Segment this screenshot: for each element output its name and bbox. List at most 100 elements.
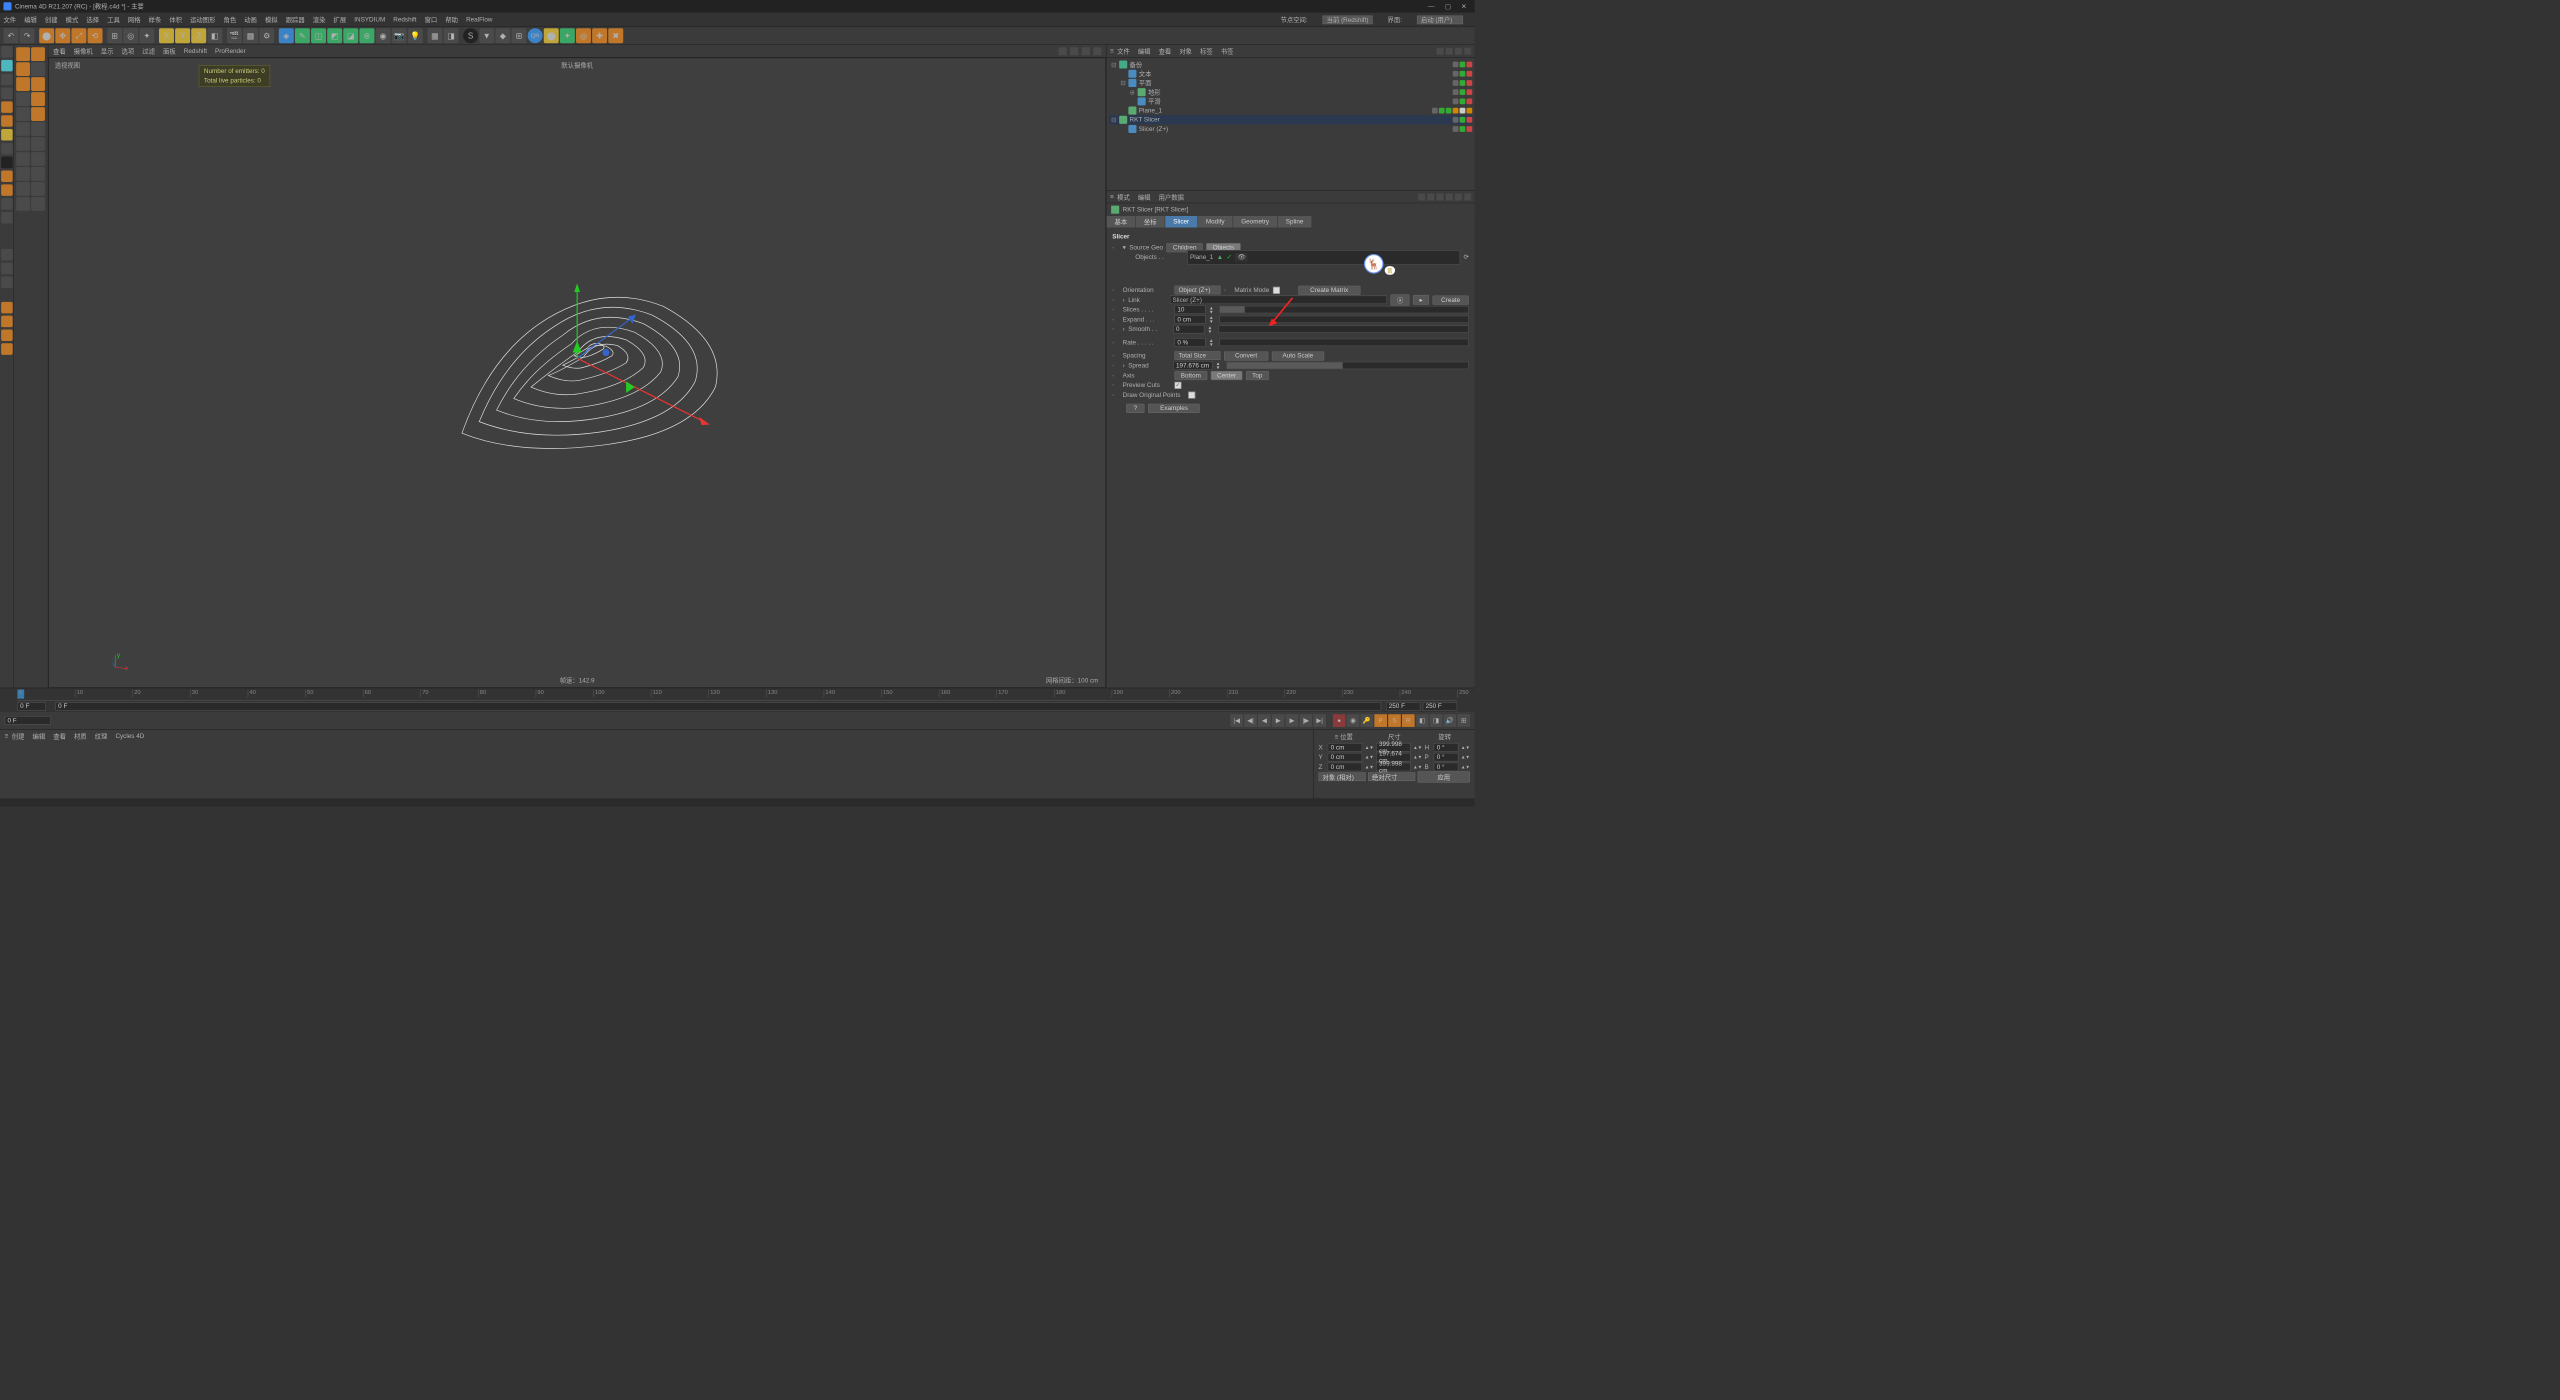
- menu-item[interactable]: 窗口: [425, 15, 438, 24]
- tab-slicer[interactable]: Slicer: [1165, 216, 1198, 228]
- tool-icon[interactable]: [31, 152, 45, 166]
- spline-icon[interactable]: ✎: [295, 28, 310, 43]
- layout-dropdown[interactable]: 启动 (用户): [1417, 15, 1463, 24]
- tool-icon[interactable]: [31, 197, 45, 211]
- menu-item[interactable]: 样条: [149, 15, 162, 24]
- black-icon[interactable]: S: [463, 28, 478, 43]
- draw-orig-checkbox[interactable]: [1188, 391, 1195, 398]
- menu-item[interactable]: 创建: [45, 15, 58, 24]
- tab-view[interactable]: 查看: [53, 732, 66, 741]
- tree-row[interactable]: ⊟RKT Slicer: [1109, 115, 1472, 124]
- menu-item[interactable]: 用户数据: [1159, 192, 1184, 201]
- menu-item[interactable]: 扩展: [334, 15, 347, 24]
- matrix-mode-checkbox[interactable]: [1273, 287, 1280, 294]
- menu-item[interactable]: 面板: [163, 46, 176, 55]
- smooth-slider[interactable]: [1218, 325, 1469, 332]
- menu-item[interactable]: 选择: [86, 15, 99, 24]
- menu-item[interactable]: 帮助: [445, 15, 458, 24]
- viewport-canvas[interactable]: 透视视图 默认摄像机 Number of emitters: 0 Total l…: [48, 58, 1106, 688]
- goto-end-icon[interactable]: ▶|: [1313, 714, 1326, 727]
- tool-icon[interactable]: [1, 249, 13, 261]
- orientation-dropdown[interactable]: Object (Z+): [1174, 286, 1220, 295]
- menu-item[interactable]: 书签: [1221, 46, 1234, 55]
- convert-button[interactable]: Convert: [1224, 351, 1268, 360]
- target-icon[interactable]: ◎: [576, 28, 591, 43]
- scale-tool-icon[interactable]: ⤢: [71, 28, 86, 43]
- tool-icon[interactable]: [31, 62, 45, 76]
- tool-icon[interactable]: ✚: [592, 28, 607, 43]
- menu-item[interactable]: 对象: [1179, 46, 1192, 55]
- menu-item[interactable]: 文件: [3, 15, 16, 24]
- menu-item[interactable]: 编辑: [24, 15, 37, 24]
- select-tool-icon[interactable]: ⬤: [39, 28, 54, 43]
- expand-slider[interactable]: [1219, 316, 1468, 323]
- menu-item[interactable]: 过滤: [142, 46, 155, 55]
- s-icon[interactable]: [1, 129, 13, 141]
- preview-cuts-checkbox[interactable]: ✓: [1174, 382, 1181, 389]
- next-frame-icon[interactable]: ▶: [1286, 714, 1299, 727]
- s-icon[interactable]: [1, 157, 13, 169]
- volume-icon[interactable]: ▦: [427, 28, 442, 43]
- tool-icon[interactable]: [1, 329, 13, 341]
- tool-icon[interactable]: [31, 107, 45, 121]
- panel-btn-icon[interactable]: [1446, 48, 1453, 55]
- menu-item[interactable]: 模式: [66, 15, 79, 24]
- prev-frame-icon[interactable]: ◀: [1258, 714, 1271, 727]
- vp-btn-icon[interactable]: [1059, 47, 1067, 55]
- link-b-button[interactable]: ▸: [1413, 295, 1429, 305]
- tool-icon[interactable]: [31, 167, 45, 181]
- tree-row[interactable]: Slicer (Z+): [1109, 124, 1472, 133]
- generator-icon[interactable]: ◩: [327, 28, 342, 43]
- tool-icon[interactable]: [16, 92, 30, 106]
- refresh-icon[interactable]: ⟳: [1463, 253, 1468, 260]
- tab-edit[interactable]: 编辑: [32, 732, 45, 741]
- timeline[interactable]: 0102030405060708090100110120130140150160…: [0, 688, 1475, 711]
- tool-icon[interactable]: [16, 47, 30, 61]
- rotate-tool-icon[interactable]: ⟲: [88, 28, 103, 43]
- tool-icon[interactable]: [1, 343, 13, 355]
- tool-icon[interactable]: [16, 182, 30, 196]
- tool-icon[interactable]: [16, 62, 30, 76]
- edge-mode-icon[interactable]: [1, 115, 13, 127]
- rate-input[interactable]: 0 %: [1174, 338, 1205, 347]
- tool-icon[interactable]: [1, 263, 13, 275]
- tool-icon[interactable]: [1, 170, 13, 182]
- tool-icon[interactable]: ◆: [495, 28, 510, 43]
- grid-icon[interactable]: ⊞: [1457, 714, 1470, 727]
- tool-icon[interactable]: ✦: [139, 28, 154, 43]
- tool-icon[interactable]: [1, 143, 13, 155]
- menu-item[interactable]: 选项: [122, 46, 135, 55]
- menu-item[interactable]: 标签: [1200, 46, 1213, 55]
- field-icon[interactable]: ⊚: [359, 28, 374, 43]
- tree-row[interactable]: 文本: [1109, 69, 1472, 78]
- menu-item[interactable]: 文件: [1117, 46, 1130, 55]
- floating-avatar[interactable]: 🦌 黄: [1364, 254, 1388, 274]
- tool-icon[interactable]: [31, 77, 45, 91]
- tool-icon[interactable]: ◎: [123, 28, 138, 43]
- menu-item[interactable]: 查看: [53, 46, 66, 55]
- tool-icon[interactable]: [1, 276, 13, 288]
- menu-item[interactable]: 跟踪器: [286, 15, 305, 24]
- primitive-icon[interactable]: ◈: [279, 28, 294, 43]
- menu-item[interactable]: Redshift: [184, 48, 207, 55]
- tool-icon[interactable]: [31, 122, 45, 136]
- tab-spline[interactable]: Spline: [1278, 216, 1312, 228]
- menu-item[interactable]: 查看: [1159, 46, 1172, 55]
- sound-icon[interactable]: 🔊: [1443, 714, 1456, 727]
- link-field[interactable]: Slicer (Z+): [1170, 295, 1388, 304]
- tool-icon[interactable]: [16, 77, 30, 91]
- end-a-input[interactable]: 250 F: [1386, 702, 1421, 711]
- tool-icon[interactable]: ✖: [608, 28, 623, 43]
- render-icon[interactable]: 🎬: [227, 28, 242, 43]
- vp-btn-icon[interactable]: [1082, 47, 1090, 55]
- grid-icon[interactable]: ⊞: [511, 28, 526, 43]
- next-key-icon[interactable]: |▶: [1299, 714, 1312, 727]
- nav-up-icon[interactable]: [1437, 193, 1444, 200]
- tab-create[interactable]: 创建: [12, 732, 25, 741]
- create-matrix-button[interactable]: Create Matrix: [1298, 285, 1360, 294]
- key-icon[interactable]: 🔑: [1361, 714, 1374, 727]
- menu-item[interactable]: 模拟: [265, 15, 278, 24]
- spacing-dropdown[interactable]: Total Size: [1174, 351, 1220, 360]
- record-icon[interactable]: ●: [1333, 714, 1346, 727]
- autokey-icon[interactable]: ◉: [1347, 714, 1360, 727]
